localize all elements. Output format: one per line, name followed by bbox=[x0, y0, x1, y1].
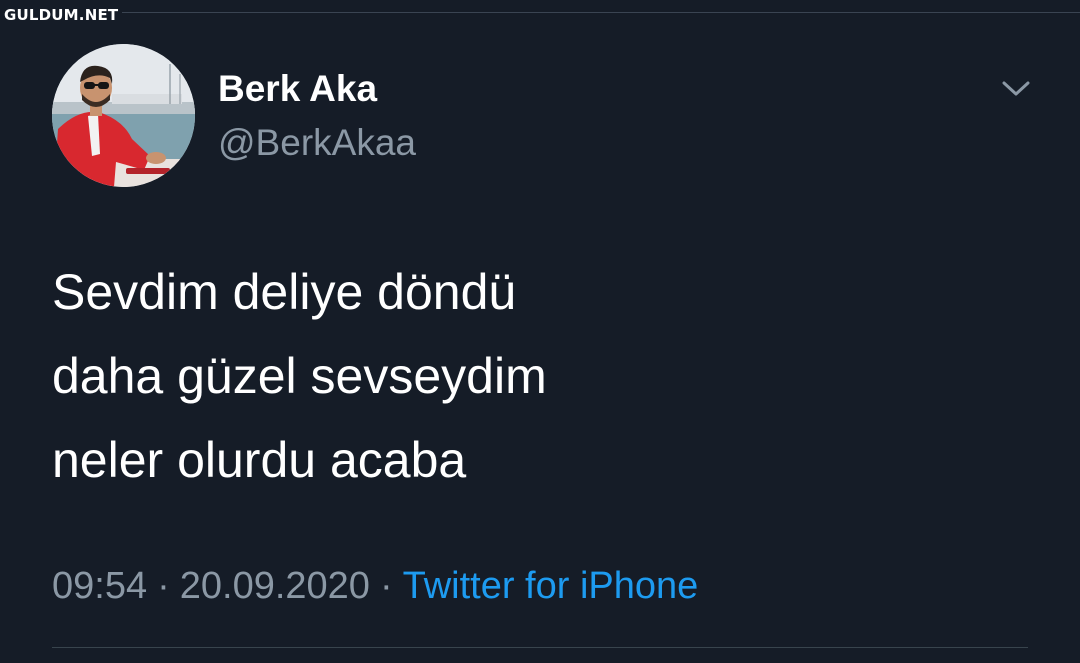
avatar[interactable] bbox=[52, 44, 195, 187]
tweet-line: Sevdim deliye döndü bbox=[52, 264, 517, 320]
watermark-logo: GULDUM.NET bbox=[4, 6, 119, 24]
tweet-time[interactable]: 09:54 bbox=[52, 565, 147, 607]
top-divider bbox=[122, 12, 1080, 13]
tweet-meta: 09:54 · 20.09.2020 · Twitter for iPhone bbox=[52, 562, 698, 610]
tweet-line: daha güzel sevseydim bbox=[52, 348, 547, 404]
user-handle[interactable]: @BerkAkaa bbox=[218, 120, 416, 166]
tweet-screen: GULDUM.NET Berk Aka @BerkAkaa Sevdim del… bbox=[0, 0, 1080, 663]
chevron-down-icon[interactable] bbox=[996, 74, 1036, 104]
tweet-source-link[interactable]: Twitter for iPhone bbox=[403, 565, 699, 607]
bottom-divider bbox=[52, 647, 1028, 648]
tweet-date[interactable]: 20.09.2020 bbox=[180, 565, 370, 607]
tweet-line: neler olurdu acaba bbox=[52, 432, 467, 488]
display-name[interactable]: Berk Aka bbox=[218, 66, 377, 112]
tweet-text: Sevdim deliye döndü daha güzel sevseydim… bbox=[52, 250, 1032, 502]
meta-separator: · bbox=[379, 565, 393, 607]
meta-separator: · bbox=[157, 565, 170, 607]
